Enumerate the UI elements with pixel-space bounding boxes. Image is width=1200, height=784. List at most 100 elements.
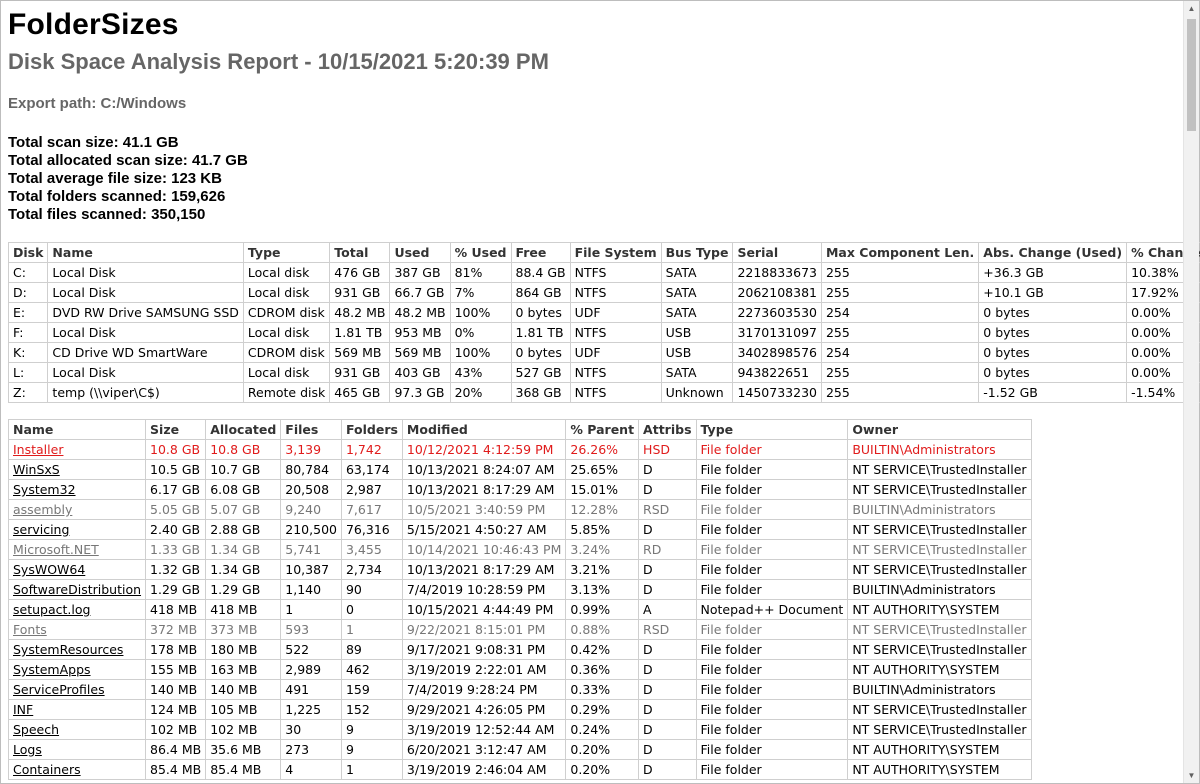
disk-cell: USB <box>660 342 734 363</box>
folder-cell: 3.13% <box>565 579 640 600</box>
folder-cell: File folder <box>695 559 849 580</box>
folder-name-link[interactable]: INF <box>7 699 147 720</box>
folder-cell: File folder <box>695 719 849 740</box>
disk-column-header: File System <box>569 242 662 263</box>
folder-name-link[interactable]: assembly <box>7 499 147 520</box>
folder-name-link[interactable]: Logs <box>7 739 147 760</box>
folder-cell: NT SERVICE\TrustedInstaller <box>847 639 1032 660</box>
folder-name-link[interactable]: Speech <box>7 719 147 740</box>
scroll-down-arrow-icon[interactable]: ▼ <box>1184 768 1199 783</box>
folder-name-link[interactable]: setupact.log <box>7 599 147 620</box>
folder-column-header: Allocated <box>205 419 282 440</box>
folder-table: Name Size Allocated Files Folders Modified% P… <box>7 419 1032 780</box>
disk-cell: 254 <box>820 342 980 363</box>
disk-cell: 255 <box>820 282 980 303</box>
folder-name-link[interactable]: System32 <box>7 479 147 500</box>
disk-cell: 368 GB <box>510 382 571 403</box>
folder-cell: 159 <box>340 679 403 700</box>
scrollbar-thumb[interactable] <box>1187 19 1196 131</box>
disk-column-header: Serial <box>732 242 822 263</box>
folder-name-link[interactable]: SoftwareDistribution <box>7 579 147 600</box>
disk-cell: F: <box>7 322 49 343</box>
folder-cell: 102 MB <box>145 719 207 740</box>
folder-cell: 3,455 <box>340 539 403 560</box>
folder-cell: D <box>638 659 697 680</box>
folder-cell: 10,387 <box>280 559 342 580</box>
folder-cell: HSD <box>638 439 697 460</box>
folder-name-link[interactable]: Installer <box>7 439 147 460</box>
disk-cell: E: <box>7 302 49 323</box>
disk-cell: Local disk <box>242 362 331 383</box>
disk-cell: SATA <box>660 282 734 303</box>
disk-cell: SATA <box>660 262 734 283</box>
folder-name-link[interactable]: WinSxS <box>7 459 147 480</box>
folder-row: ServiceProfiles 140 MB 140 MB 491 159 7/4/201… <box>7 679 1032 700</box>
disk-cell: NTFS <box>569 362 662 383</box>
disk-column-header: Abs. Change (Used) <box>978 242 1128 263</box>
folder-name-link[interactable]: servicing <box>7 519 147 540</box>
folder-cell: 155 MB <box>145 659 207 680</box>
folder-cell: File folder <box>695 459 849 480</box>
folder-cell: 1 <box>280 599 342 620</box>
disk-cell: 48.2 MB <box>329 302 391 323</box>
folder-cell: 273 <box>280 739 342 760</box>
folder-name-link[interactable]: Fonts <box>7 619 147 640</box>
stat-folders-scanned: Total folders scanned: 159,626 <box>8 188 226 205</box>
folder-cell: D <box>638 479 697 500</box>
folder-cell: NT SERVICE\TrustedInstaller <box>847 519 1032 540</box>
disk-cell: Local Disk <box>47 322 244 343</box>
folder-column-header: % Parent <box>565 419 640 440</box>
folder-cell: NT SERVICE\TrustedInstaller <box>847 559 1032 580</box>
folder-cell: 85.4 MB <box>205 759 282 780</box>
folder-cell: 2.40 GB <box>145 519 207 540</box>
disk-cell: D: <box>7 282 49 303</box>
stat-average-file-size: Total average file size: 123 KB <box>8 170 222 187</box>
folder-cell: D <box>638 719 697 740</box>
folder-name-link[interactable]: Microsoft.NET <box>7 539 147 560</box>
disk-column-header: Free <box>510 242 571 263</box>
disk-cell: 1.81 TB <box>329 322 391 343</box>
folder-cell: 163 MB <box>205 659 282 680</box>
disk-cell: CDROM disk <box>242 302 331 323</box>
folder-cell: NT SERVICE\TrustedInstaller <box>847 459 1032 480</box>
folder-cell: 0.33% <box>565 679 640 700</box>
folder-name-link[interactable]: Containers <box>7 759 147 780</box>
folder-cell: 9 <box>340 739 403 760</box>
folder-cell: 80,784 <box>280 459 342 480</box>
folder-row: setupact.log 418 MB 418 MB 1 0 10/15/2021 4:4… <box>7 599 1032 620</box>
folder-column-header: Files <box>280 419 342 440</box>
scroll-up-arrow-icon[interactable]: ▲ <box>1184 1 1199 16</box>
disk-cell: Local disk <box>242 322 331 343</box>
disk-cell: 2218833673 <box>732 262 822 283</box>
disk-table-header: Disk Name Type Total Used% Used Free File Syst… <box>7 242 1200 263</box>
disk-cell: SATA <box>660 362 734 383</box>
folder-cell: File folder <box>695 639 849 660</box>
vertical-scrollbar[interactable]: ▲ ▼ <box>1183 1 1199 783</box>
folder-row: Fonts 372 MB 373 MB 593 1 9/22/2021 8:15:01 P… <box>7 619 1032 640</box>
folder-cell: 30 <box>280 719 342 740</box>
disk-column-header: Disk <box>7 242 49 263</box>
folder-cell: 1.34 GB <box>205 559 282 580</box>
folder-cell: 26.26% <box>565 439 640 460</box>
folder-cell: 0.24% <box>565 719 640 740</box>
folder-name-link[interactable]: SystemResources <box>7 639 147 660</box>
folder-cell: 3/19/2019 12:52:44 AM <box>401 719 567 740</box>
folder-cell: D <box>638 679 697 700</box>
folder-cell: 178 MB <box>145 639 207 660</box>
folder-cell: File folder <box>695 479 849 500</box>
disk-cell: 0 bytes <box>978 362 1128 383</box>
folder-cell: BUILTIN\Administrators <box>847 679 1032 700</box>
folder-name-link[interactable]: SystemApps <box>7 659 147 680</box>
disk-cell: 255 <box>820 362 980 383</box>
folder-cell: NT SERVICE\TrustedInstaller <box>847 539 1032 560</box>
disk-cell: 255 <box>820 382 980 403</box>
disk-cell: 387 GB <box>389 262 451 283</box>
folder-cell: RD <box>638 539 697 560</box>
folder-name-link[interactable]: ServiceProfiles <box>7 679 147 700</box>
folder-cell: 9/29/2021 4:26:05 PM <box>401 699 567 720</box>
folder-cell: 10/13/2021 8:24:07 AM <box>401 459 567 480</box>
folder-name-link[interactable]: SysWOW64 <box>7 559 147 580</box>
folder-cell: 10/14/2021 10:46:43 PM <box>401 539 567 560</box>
disk-cell: Local Disk <box>47 362 244 383</box>
disk-cell: NTFS <box>569 262 662 283</box>
